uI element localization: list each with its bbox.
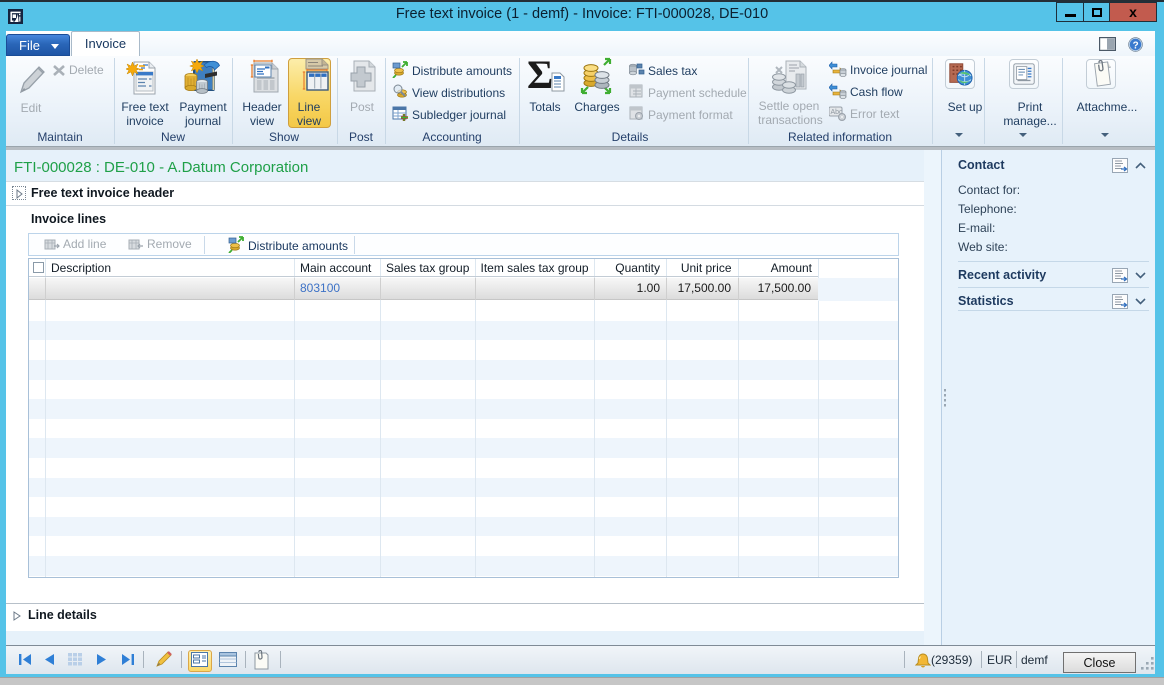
svg-text:?: ? <box>1133 40 1139 51</box>
